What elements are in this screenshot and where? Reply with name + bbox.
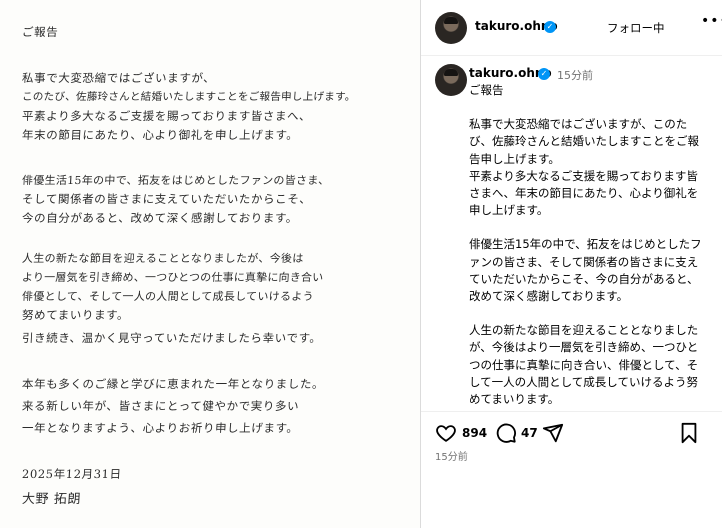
avatar[interactable] [435,64,467,96]
verified-icon: ✓ [538,68,550,80]
letter-line: 俳優として、そして一人の人間として成長していけるよう [21,290,315,303]
letter-line: そして関係者の皆さまに支えていただいたからこそ、 [21,192,312,206]
letter-line: 本年も多くのご縁と学びに恵まれた一年となりました。 [21,377,325,391]
letter-line: 人生の新たな節目を迎えることとなりましたが、今後は [21,252,304,265]
letter-line: より一層気を引き締め、一つひとつの仕事に真摯に向き合い [21,271,324,284]
letter-signature: 大野 拓朗 [21,492,82,507]
post-timestamp: 15分前 [435,452,468,463]
caption-paragraph: 私事で大変恐縮ではございますが、このたび、佐藤玲さんと結婚いたしますことをご報告… [469,117,699,218]
caption-paragraph: ご報告 [469,83,504,97]
post-panel: takuro.ohno ✓ フォロー中 ••• takuro.ohno ✓ 15… [421,0,722,528]
following-button[interactable]: フォロー中 [607,20,665,36]
letter-date: 2025年12月31日 [21,467,123,481]
letter-line: 年末の節目にあたり、心より御礼を申し上げます。 [21,128,299,142]
caption-paragraph: 俳優生活15年の中で、拓友をはじめとしたファンの皆さま、そして関係者の皆さまに支… [469,237,702,304]
heart-icon[interactable] [435,422,457,444]
bookmark-icon[interactable] [679,422,699,444]
like-count[interactable]: 894 [462,426,487,440]
caption-time: 15分前 [557,69,593,82]
letter-line: 俳優生活15年の中で、拓友をはじめとしたファンの皆さま、 [21,174,330,187]
letter-line: 今の自分があると、改めて深く感謝しております。 [21,211,299,225]
more-options-icon[interactable]: ••• [701,13,722,29]
letter-title: ご報告 [21,25,59,39]
letter-line: 一年となりますよう、心よりお祈り申し上げます。 [21,421,299,435]
caption-text: ご報告 私事で大変恐縮ではございますが、このたび、佐藤玲さんと結婚いたしますこと… [469,82,707,410]
letter-line: 引き続き、温かく見守っていただけましたら幸いです。 [21,331,322,345]
letter-line: このたび、佐藤玲さんと結婚いたしますことをご報告申し上げます。 [21,91,356,103]
letter-line: 平素より多大なるご支援を賜っております皆さまへ、 [21,109,312,123]
letter-image: ご報告 私事で大変恐縮ではございますが、 このたび、佐藤玲さんと結婚いたしますこ… [0,0,421,528]
avatar[interactable] [435,12,467,44]
caption-paragraph: 人生の新たな節目を迎えることとなりましたが、今後はより一層気を引き締め、一つひと… [469,323,699,410]
share-icon[interactable] [542,422,564,444]
letter-line: 来る新しい年が、皆さまにとって健やかで実り多い [21,399,300,413]
comment-count[interactable]: 47 [521,426,538,440]
letter-line: 努めてまいります。 [21,308,130,322]
verified-icon: ✓ [544,21,556,33]
caption-area: takuro.ohno ✓ 15分前 ご報告 私事で大変恐縮ではございますが、こ… [421,56,722,410]
action-bar: 894 47 15分前 [421,411,722,528]
letter-line: 私事で大変恐縮ではございますが、 [21,71,216,85]
post-header: takuro.ohno ✓ フォロー中 ••• [421,0,722,56]
comment-icon[interactable] [495,422,517,444]
